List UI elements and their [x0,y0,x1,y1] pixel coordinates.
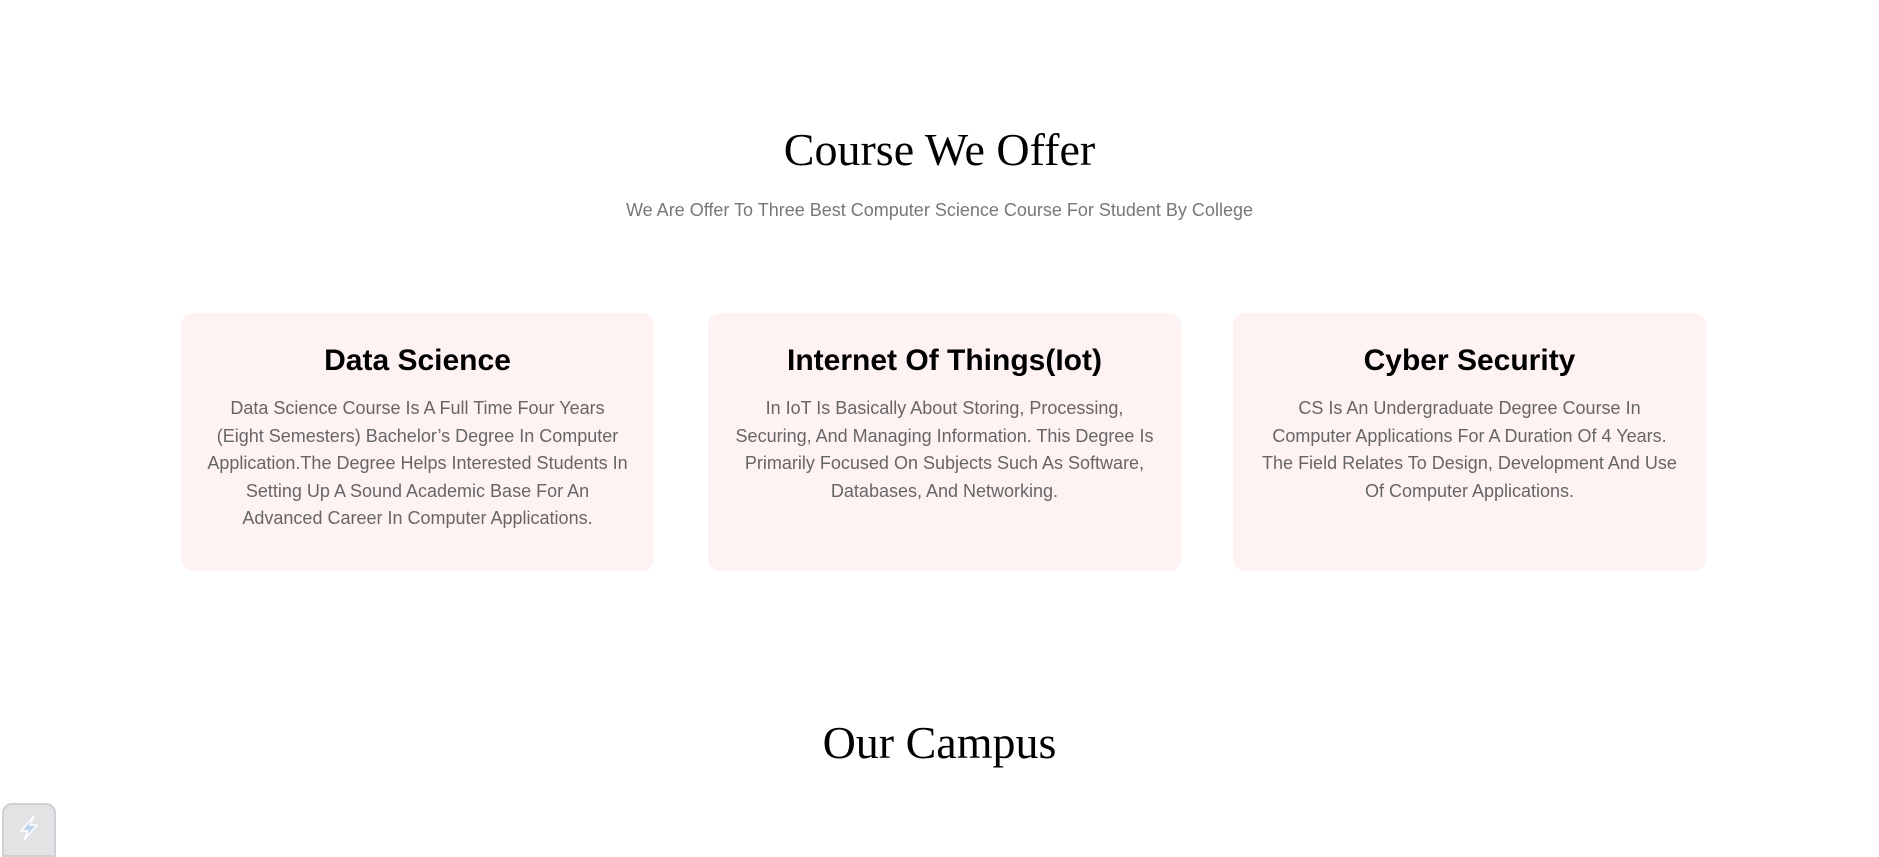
course-card-description: In IoT Is Basically About Storing, Proce… [735,398,1154,501]
course-card-title: Data Science [324,344,511,377]
courses-heading: Course We Offer [783,124,1096,175]
course-card-data-science: Data Science Data Science Course Is A Fu… [181,313,654,571]
course-card-title: Internet Of Things(Iot) [787,344,1102,377]
floating-widget-button[interactable] [2,803,56,857]
course-card-description: CS Is An Undergraduate Degree Course In … [1262,398,1677,501]
course-card-iot: Internet Of Things(Iot) In IoT Is Basica… [708,313,1181,571]
courses-subheading: We Are Offer To Three Best Computer Scie… [626,200,1253,220]
campus-heading: Our Campus [822,717,1057,768]
course-card-cyber-security: Cyber Security CS Is An Undergraduate De… [1233,313,1706,571]
lightning-bolt-icon [14,813,44,848]
course-card-description: Data Science Course Is A Full Time Four … [207,398,628,528]
course-card-title: Cyber Security [1363,344,1576,377]
